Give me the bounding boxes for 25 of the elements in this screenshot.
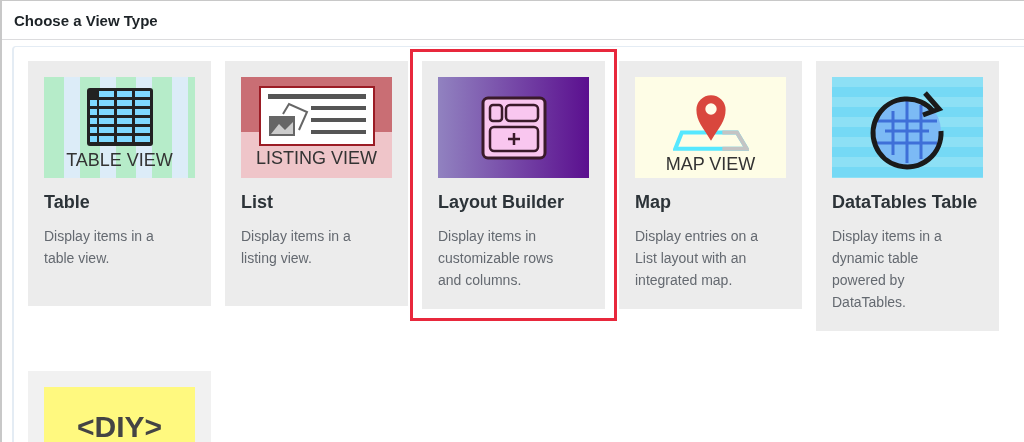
view-type-title: Table	[44, 192, 91, 213]
thumbnail-caption: TABLE VIEW	[66, 149, 173, 170]
view-type-card[interactable]: LISTING VIEW List Display items in a listing view.	[225, 61, 408, 306]
thumbnail-caption: <DIY>	[76, 411, 163, 442]
view-type-title: Layout Builder	[438, 192, 565, 213]
view-type-title: List	[241, 192, 274, 213]
view-type-description: Display items in a listing view.	[241, 227, 352, 268]
view-type-card[interactable]: <DIY>	[28, 371, 211, 442]
thumbnail-caption: LISTING VIEW	[256, 148, 377, 168]
map-pin-icon	[672, 92, 749, 152]
listing-page-icon	[258, 86, 375, 146]
view-type-card[interactable]: DataTables Table Display items in a dynamic table powered by DataTables.	[816, 61, 999, 331]
view-type-description: Display entries on a List layout with an integrated map.	[635, 227, 759, 290]
thumbnail-caption: MAP VIEW	[665, 154, 756, 174]
view-type-title: DataTables Table	[832, 192, 979, 213]
view-type-description: Display items in a table view.	[44, 227, 155, 268]
view-type-card[interactable]: Layout Builder Display items in customizable rows and columns.	[422, 61, 605, 309]
view-type-card[interactable]: MAP VIEW Map Display entries on a List layout with an integrated map.	[619, 61, 802, 309]
dialog-title: Choose a View Type	[14, 11, 158, 29]
view-type-description: Display items in a dynamic table powered by DataTables.	[832, 227, 943, 312]
view-type-title: Map	[635, 192, 672, 213]
layout-blocks-icon	[480, 95, 547, 160]
view-type-description: Display items in customizable rows and columns.	[438, 227, 555, 290]
view-type-card[interactable]: TABLE VIEW Table Display items in a table view.	[28, 61, 211, 306]
table-grid-icon	[84, 85, 155, 148]
